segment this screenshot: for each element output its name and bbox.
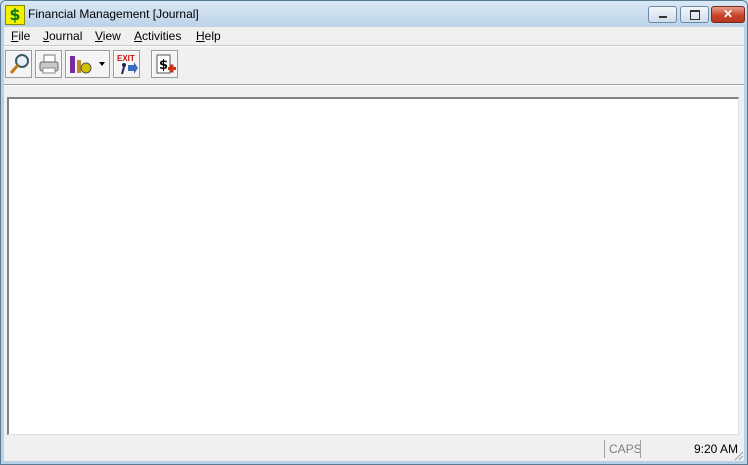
- menu-view[interactable]: View: [95, 29, 121, 43]
- close-button[interactable]: ✕: [711, 6, 745, 23]
- printer-icon: [39, 54, 59, 74]
- app-window: $ Financial Management [Journal] ✕ File …: [0, 0, 748, 465]
- maximize-button[interactable]: [680, 6, 709, 23]
- menu-activities[interactable]: Activities: [134, 29, 181, 43]
- dropdown-arrow-icon: [99, 62, 105, 66]
- clock-indicator: 9:20 AM: [640, 440, 742, 458]
- menu-help[interactable]: Help: [196, 29, 221, 43]
- title-bar[interactable]: $ Financial Management [Journal] ✕: [1, 1, 747, 27]
- minimize-icon: [659, 16, 667, 18]
- dollar-app-icon[interactable]: $: [5, 5, 25, 25]
- journal-content-area[interactable]: [7, 97, 739, 435]
- close-icon: ✕: [722, 7, 734, 21]
- menu-bar: File Journal View Activities Help: [4, 27, 744, 45]
- print-button[interactable]: [35, 50, 62, 78]
- exit-button[interactable]: EXIT: [113, 50, 140, 78]
- svg-text:EXIT: EXIT: [117, 54, 135, 63]
- caps-indicator: CAPS: [604, 440, 642, 458]
- tools-icon: [70, 56, 105, 74]
- menu-journal[interactable]: Journal: [43, 29, 82, 43]
- exit-icon: EXIT: [117, 54, 138, 75]
- svg-text:$: $: [159, 58, 168, 73]
- window-title: Financial Management [Journal]: [28, 7, 199, 21]
- minimize-button[interactable]: [648, 6, 677, 23]
- search-button[interactable]: [5, 50, 32, 78]
- menu-file[interactable]: File: [11, 29, 30, 43]
- status-bar: CAPS 9:20 AM: [4, 437, 744, 461]
- resize-grip-icon[interactable]: [732, 449, 744, 461]
- new-journal-button[interactable]: $: [151, 50, 178, 78]
- tools-button[interactable]: [65, 50, 110, 78]
- toolbar: EXIT $: [4, 47, 744, 83]
- maximize-icon: [690, 10, 700, 20]
- add-journal-icon: $: [156, 54, 176, 74]
- search-icon: [9, 54, 29, 74]
- client-area: File Journal View Activities Help EXIT $…: [4, 27, 744, 461]
